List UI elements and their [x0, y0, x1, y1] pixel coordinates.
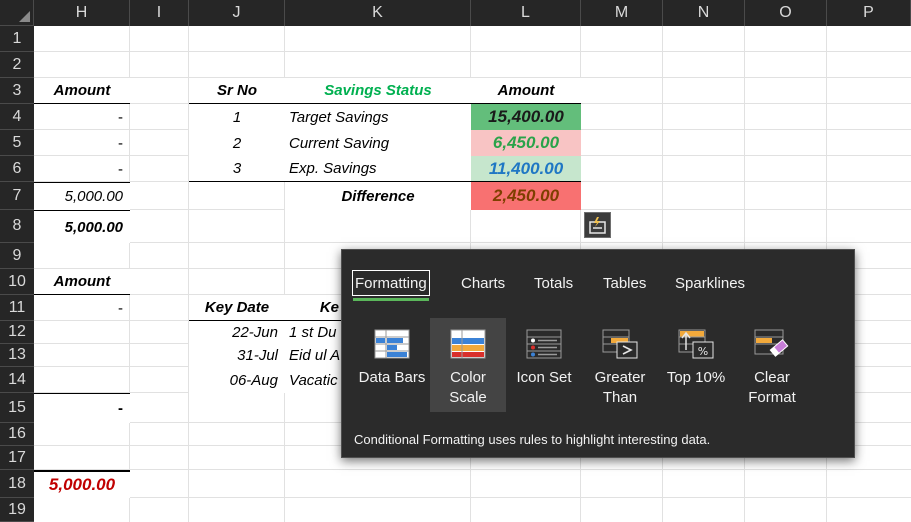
- icon-set-icon: [526, 329, 562, 359]
- tab-formatting[interactable]: Formatting: [352, 270, 430, 301]
- cell-h5[interactable]: -: [34, 130, 130, 156]
- quick-analysis-icon: [589, 216, 606, 234]
- row-header-8[interactable]: 8: [0, 210, 34, 243]
- cell-l3-amount-header[interactable]: Amount: [471, 78, 581, 104]
- icon-set-label: Icon Set: [516, 369, 572, 386]
- row-header-15[interactable]: 15: [0, 393, 34, 423]
- cell-k5[interactable]: Current Saving: [285, 130, 471, 156]
- clear-format-button[interactable]: Clear Format: [734, 318, 810, 412]
- cell-h11[interactable]: -: [34, 295, 130, 321]
- column-header-h[interactable]: H: [34, 0, 130, 26]
- column-header-o[interactable]: O: [745, 0, 827, 26]
- column-header-p[interactable]: P: [827, 0, 911, 26]
- greater-than-icon: [602, 329, 638, 359]
- greater-than-button[interactable]: Greater Than: [582, 318, 658, 412]
- gridline: [34, 51, 911, 52]
- row-header-11[interactable]: 11: [0, 295, 34, 321]
- cell-h4[interactable]: -: [34, 104, 130, 130]
- cell-h15[interactable]: -: [34, 393, 130, 423]
- row-header-10[interactable]: 10: [0, 269, 34, 295]
- cell-k4[interactable]: Target Savings: [285, 104, 471, 130]
- row-header-6[interactable]: 6: [0, 156, 34, 182]
- row-header-3[interactable]: 3: [0, 78, 34, 104]
- tab-totals[interactable]: Totals: [534, 270, 573, 296]
- tab-sparklines[interactable]: Sparklines: [675, 270, 745, 296]
- row-header-1[interactable]: 1: [0, 26, 34, 52]
- column-header-k[interactable]: K: [285, 0, 471, 26]
- cell-k7-difference-label[interactable]: Difference: [285, 182, 471, 210]
- data-bars-icon: [374, 329, 410, 359]
- data-bars-button[interactable]: Data Bars: [354, 318, 430, 412]
- gridline: [34, 242, 911, 243]
- gridline: [34, 497, 911, 498]
- cell-h3-amount-header[interactable]: Amount: [34, 78, 130, 104]
- column-header-i[interactable]: I: [130, 0, 189, 26]
- cell-l6-exp-amount[interactable]: 11,400.00: [471, 156, 581, 182]
- top-10-percent-icon: %: [678, 329, 714, 359]
- row-header-2[interactable]: 2: [0, 52, 34, 78]
- row-header-14[interactable]: 14: [0, 367, 34, 393]
- row-header-16[interactable]: 16: [0, 423, 34, 446]
- cell-j4[interactable]: 1: [189, 104, 285, 130]
- quick-analysis-panel: Formatting Charts Totals Tables Sparklin…: [341, 249, 855, 458]
- cell-k12[interactable]: 1 st Du: [285, 321, 341, 344]
- greater-than-label: Greater Than: [594, 369, 646, 406]
- cell-h7[interactable]: 5,000.00: [34, 182, 130, 210]
- select-all-corner[interactable]: [0, 0, 34, 26]
- cell-j5[interactable]: 2: [189, 130, 285, 156]
- row-header-17[interactable]: 17: [0, 446, 34, 470]
- cell-l5-current-amount[interactable]: 6,450.00: [471, 130, 581, 156]
- cell-l7-difference-value[interactable]: 2,450.00: [471, 182, 581, 210]
- cell-k6[interactable]: Exp. Savings: [285, 156, 471, 182]
- row-header-4[interactable]: 4: [0, 104, 34, 130]
- cell-h10-amount-header[interactable]: Amount: [34, 269, 130, 295]
- quick-analysis-description: Conditional Formatting uses rules to hig…: [354, 432, 711, 447]
- cell-j14[interactable]: 06-Aug: [189, 367, 285, 393]
- cell-j6[interactable]: 3: [189, 156, 285, 182]
- cell-j13[interactable]: 31-Jul: [189, 344, 285, 367]
- row-header-13[interactable]: 13: [0, 344, 34, 367]
- svg-text:%: %: [698, 345, 708, 358]
- tab-tables[interactable]: Tables: [603, 270, 646, 296]
- color-scale-icon: [450, 329, 486, 359]
- cell-l4-target-amount[interactable]: 15,400.00: [471, 104, 581, 130]
- cell-j12[interactable]: 22-Jun: [189, 321, 285, 344]
- color-scale-label: Color Scale: [449, 369, 487, 406]
- quick-analysis-button[interactable]: [584, 212, 611, 238]
- clear-format-label: Clear Format: [748, 369, 796, 406]
- cell-h6[interactable]: -: [34, 156, 130, 182]
- column-header-l[interactable]: L: [471, 0, 581, 26]
- tab-charts[interactable]: Charts: [461, 270, 505, 296]
- data-bars-label: Data Bars: [358, 369, 426, 386]
- color-scale-button[interactable]: Color Scale: [430, 318, 506, 412]
- column-header-n[interactable]: N: [663, 0, 745, 26]
- cell-k13[interactable]: Eid ul A: [285, 344, 341, 367]
- column-header-m[interactable]: M: [581, 0, 663, 26]
- cell-j11-key-date-header[interactable]: Key Date: [189, 295, 285, 321]
- row-header-5[interactable]: 5: [0, 130, 34, 156]
- gridline: [34, 469, 911, 470]
- cell-k3-savings-status-header[interactable]: Savings Status: [285, 78, 471, 104]
- cell-j3-sr-no-header[interactable]: Sr No: [189, 78, 285, 104]
- cell-k14[interactable]: Vacatic: [285, 367, 341, 393]
- row-header-12[interactable]: 12: [0, 321, 34, 344]
- icon-set-button[interactable]: Icon Set: [506, 318, 582, 412]
- column-header-j[interactable]: J: [189, 0, 285, 26]
- cell-k11-header-partial[interactable]: Ke: [285, 295, 341, 321]
- cell-h8-total[interactable]: 5,000.00: [34, 210, 130, 243]
- row-header-7[interactable]: 7: [0, 182, 34, 210]
- row-header-19[interactable]: 19: [0, 498, 34, 522]
- cell-h18-grand-total[interactable]: 5,000.00: [34, 470, 130, 498]
- clear-format-icon: [754, 329, 789, 357]
- top-10-percent-button[interactable]: % Top 10%: [658, 318, 734, 412]
- row-header-18[interactable]: 18: [0, 470, 34, 498]
- top-10-percent-label: Top 10%: [666, 369, 726, 386]
- row-header-9[interactable]: 9: [0, 243, 34, 269]
